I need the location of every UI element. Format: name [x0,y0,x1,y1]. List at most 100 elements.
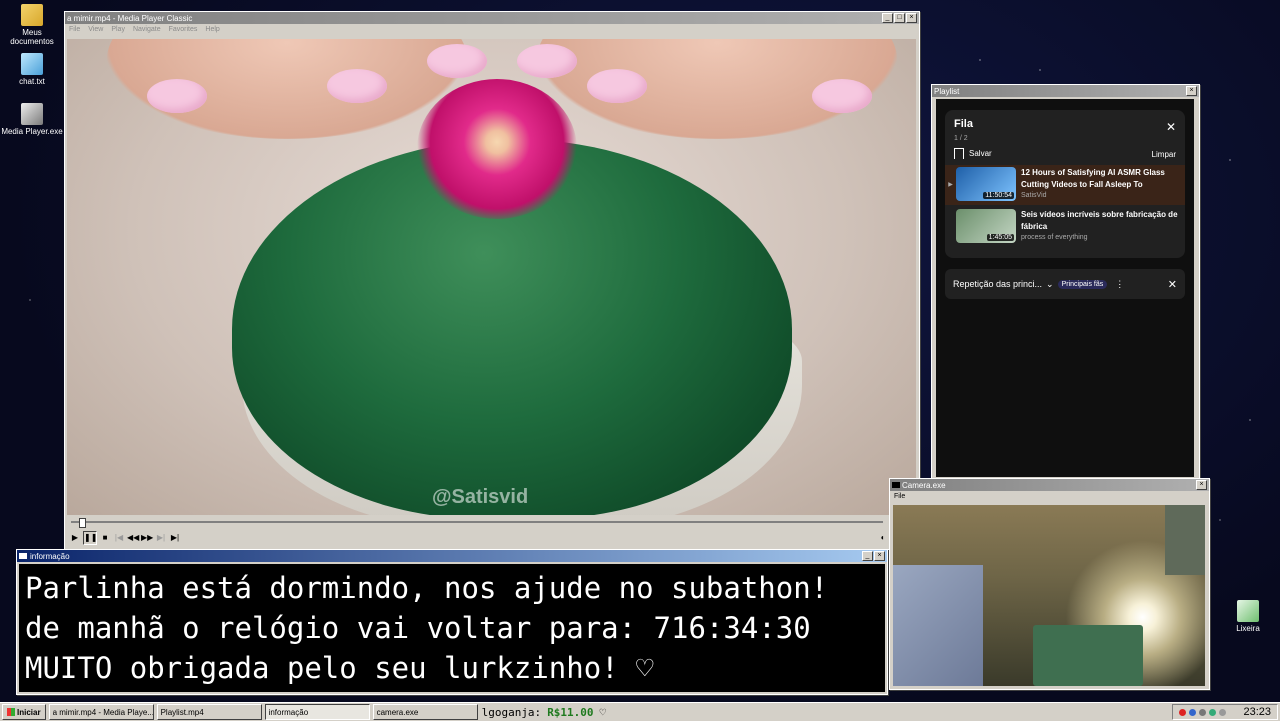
task-label: informação [268,707,309,717]
playback-controls: ▶ ❚❚ ■ |◀ ◀◀ ▶▶ ▶| ▶| ◐ [67,529,889,547]
window-title: Camera.exe [902,480,946,490]
more-icon[interactable]: ⋮ [1115,279,1124,290]
tray-icon[interactable] [1199,708,1207,716]
window-title: informação [30,551,70,561]
camera-menubar: File [890,491,1209,501]
camera-titlebar[interactable]: Camera.exe × [890,479,1209,491]
video-nail [587,69,647,103]
maximize-button[interactable]: □ [894,13,905,23]
info-titlebar[interactable]: informação _ × [17,550,887,562]
seek-track [71,521,883,523]
video-duration: 11:50:54 [983,192,1014,199]
clock[interactable]: 23:23 [1243,706,1271,718]
taskbar-item-camera[interactable]: camera.exe [372,704,478,720]
video-title: Seis vídeos incríveis sobre fabricação d… [1021,210,1178,231]
camera-bed [893,565,983,686]
related-bar: Repetição das princi... ⌄ Principais fãs… [945,269,1185,299]
menu-navigate[interactable]: Navigate [133,26,161,33]
menu-file[interactable]: File [69,26,80,33]
camera-feed [893,505,1205,686]
menu-help[interactable]: Help [205,26,219,33]
camera-room-window [1165,505,1205,575]
queue-panel: Fila 1 / 2 ✕ Salvar Limpar ▶ 11:50:54 12… [945,110,1185,258]
video-nail [327,69,387,103]
tray-icon[interactable] [1179,708,1187,716]
info-message: Parlinha está dormindo, nos ajude no sub… [19,564,885,692]
video-thumbnail: 11:50:54 [956,167,1016,201]
previous-icon[interactable]: |◀ [113,532,125,544]
minimize-button[interactable]: _ [882,13,893,23]
desktop-icon-label: Lixeira [1236,624,1260,633]
queue-heading: Fila [954,118,973,130]
close-button[interactable]: × [1196,480,1207,490]
taskbar: Iniciar a mimir.mp4 - Media Playe... Pla… [0,702,1280,721]
close-icon[interactable]: ✕ [1168,278,1177,291]
camera-app-icon [892,482,900,488]
desktop-icon-label: Meus documentos [10,28,54,46]
pause-icon[interactable]: ❚❚ [83,531,97,545]
desktop-icon-media-player[interactable]: Media Player.exe [0,103,64,136]
seek-thumb[interactable] [79,518,86,528]
recycle-bin-icon [1237,600,1259,622]
desktop-icon-documents[interactable]: Meus documentos [0,4,64,46]
seek-bar[interactable] [67,517,887,528]
taskbar-item-playlist[interactable]: Playlist.mp4 [156,704,262,720]
stop-icon[interactable]: ■ [99,532,111,544]
clear-button[interactable]: Limpar [1152,150,1176,159]
desktop-icon-chat[interactable]: chat.txt [0,53,64,86]
tray-icon[interactable] [1219,708,1227,716]
save-button[interactable]: Salvar [954,148,992,159]
video-nail [517,44,577,78]
close-icon[interactable]: ✕ [1166,120,1176,134]
video-channel: process of everything [1021,234,1088,241]
menu-view[interactable]: View [88,26,103,33]
fast-forward-icon[interactable]: ▶▶ [141,532,153,544]
close-button[interactable]: × [906,13,917,23]
start-button[interactable]: Iniciar [2,704,46,720]
video-nail [147,79,207,113]
windows-logo-icon [7,708,15,716]
media-player-icon [21,103,43,125]
video-frame[interactable]: @Satisvid [67,39,916,515]
app-icon [19,553,27,559]
bookmark-icon [954,148,964,159]
video-nail [427,44,487,78]
close-button[interactable]: × [874,551,885,561]
chevron-down-icon[interactable]: ⌄ [1046,279,1054,290]
close-button[interactable]: × [1186,86,1197,96]
related-label[interactable]: Repetição das princi... [953,279,1042,289]
ticker-amount: R$11.00 [547,705,594,719]
top-fans-pill[interactable]: Principais fãs [1057,279,1108,289]
play-icon[interactable]: ▶ [69,532,81,544]
system-tray: 23:23 [1172,704,1278,720]
camera-table [1033,625,1143,686]
info-window: informação _ × Parlinha está dormindo, n… [16,549,888,695]
volume-icon[interactable]: ◐ [877,532,889,544]
taskbar-item-info[interactable]: informação [264,704,370,720]
window-title: Playlist [934,86,960,96]
menu-file[interactable]: File [894,493,905,500]
queue-item[interactable]: ▶ 11:50:54 12 Hours of Satisfying AI ASM… [945,165,1185,205]
youtube-queue: Fila 1 / 2 ✕ Salvar Limpar ▶ 11:50:54 12… [936,99,1194,477]
camera-window: Camera.exe × File [889,478,1210,690]
menu-play[interactable]: Play [111,26,125,33]
start-label: Iniciar [17,707,41,717]
desktop-icon-label: chat.txt [19,77,45,86]
frame-step-icon[interactable]: ▶| [169,532,181,544]
now-playing-icon: ▶ [948,182,953,188]
playlist-window: Playlist × Fila 1 / 2 ✕ Salvar Limpar ▶ … [931,84,1200,480]
playlist-titlebar[interactable]: Playlist × [932,85,1199,97]
rewind-icon[interactable]: ◀◀ [127,532,139,544]
media-player-menubar: File View Play Navigate Favorites Help [65,24,919,34]
tray-icon[interactable] [1189,708,1197,716]
video-thumbnail: 1:45:05 [956,209,1016,243]
next-icon[interactable]: ▶| [155,532,167,544]
taskbar-item-media-player[interactable]: a mimir.mp4 - Media Playe... [48,704,154,720]
tray-icon[interactable] [1209,708,1217,716]
menu-favorites[interactable]: Favorites [169,26,198,33]
queue-item[interactable]: 1:45:05 Seis vídeos incríveis sobre fabr… [945,207,1185,247]
video-watermark: @Satisvid [432,486,529,508]
desktop-icon-recycle-bin[interactable]: Lixeira [1216,600,1280,633]
minimize-button[interactable]: _ [862,551,873,561]
media-player-titlebar[interactable]: a mimir.mp4 - Media Player Classic _ □ × [65,12,919,24]
